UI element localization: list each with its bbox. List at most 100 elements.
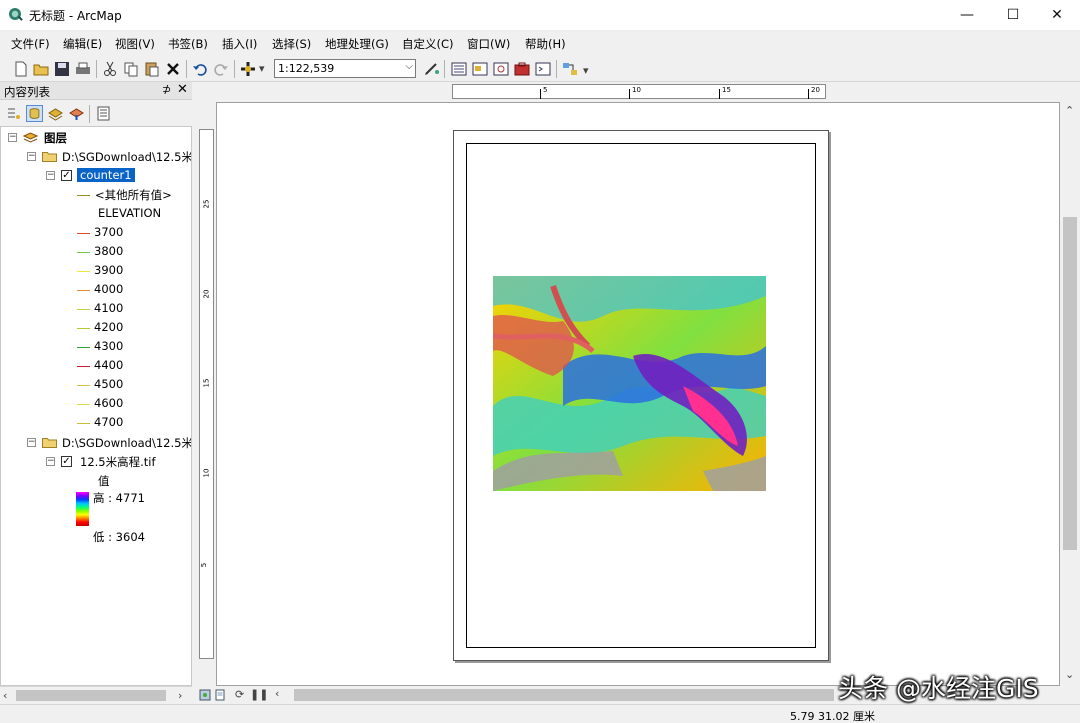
- toc-horizontal-scrollbar[interactable]: ‹ ›: [0, 686, 192, 704]
- menu-file[interactable]: 文件(F): [11, 36, 50, 52]
- pause-drawing-icon[interactable]: ❚❚: [250, 688, 268, 701]
- toolbar-separator: [186, 60, 187, 78]
- layout-canvas[interactable]: [216, 102, 1060, 686]
- toc-window-icon[interactable]: [450, 60, 468, 78]
- toc-tree: − 图层 − D:\SGDownload\12.5米 − ✓ counter1 …: [0, 126, 192, 686]
- legend-class-label: 3900: [94, 263, 124, 277]
- scrollbar-thumb[interactable]: [16, 690, 166, 701]
- menu-bookmarks[interactable]: 书签(B): [168, 36, 208, 52]
- python-window-icon[interactable]: [534, 60, 552, 78]
- arctoolbox-icon[interactable]: [513, 60, 531, 78]
- pin-icon[interactable]: ⊅: [162, 83, 171, 96]
- map-scale-combo[interactable]: 1:122,539 ⌵: [274, 59, 416, 78]
- open-folder-icon[interactable]: [32, 60, 50, 78]
- window-title: 无标题 - ArcMap: [29, 9, 122, 23]
- ruler-label: 25: [202, 199, 211, 209]
- toolbar-separator: [234, 60, 235, 78]
- undo-icon[interactable]: [191, 60, 209, 78]
- legend-swatch: [77, 252, 90, 253]
- layer-visibility-checkbox[interactable]: ✓: [61, 170, 72, 181]
- folder-icon: [42, 438, 57, 448]
- legend-swatch: [77, 347, 90, 348]
- legend-swatch: [77, 385, 90, 386]
- layout-page[interactable]: [453, 130, 829, 661]
- collapse-icon[interactable]: −: [27, 438, 36, 447]
- vertical-scrollbar[interactable]: ⌃ ⌄: [1060, 102, 1080, 686]
- copy-icon[interactable]: [122, 60, 140, 78]
- layers-icon: [23, 132, 38, 143]
- legend-class-label: 4700: [94, 415, 124, 429]
- toolbar-overflow-icon[interactable]: ▾: [583, 64, 589, 77]
- cut-icon[interactable]: [101, 60, 119, 78]
- add-data-icon[interactable]: [239, 60, 257, 78]
- scroll-left-icon[interactable]: ‹: [275, 687, 279, 700]
- scroll-down-icon[interactable]: ⌄: [1065, 668, 1074, 681]
- delete-icon[interactable]: [164, 60, 182, 78]
- layer-visibility-checkbox[interactable]: ✓: [61, 456, 72, 467]
- menu-view[interactable]: 视图(V): [115, 36, 155, 52]
- toc-header: 内容列表 ⊅ ✕: [0, 82, 192, 100]
- data-view-icon[interactable]: [199, 689, 211, 701]
- close-window-button[interactable]: ✕: [1034, 0, 1080, 30]
- table-of-contents-panel: 内容列表 ⊅ ✕ − 图层 − D:\SGDownload\12.5米 − ✓ …: [0, 82, 192, 704]
- legend-swatch: [77, 423, 90, 424]
- close-icon[interactable]: ✕: [177, 82, 188, 97]
- menu-edit[interactable]: 编辑(E): [63, 36, 102, 52]
- menu-geoprocessing[interactable]: 地理处理(G): [325, 36, 389, 52]
- scroll-left-icon[interactable]: ‹: [3, 689, 7, 702]
- options-icon[interactable]: [95, 105, 112, 122]
- legend-value-label: 值: [98, 474, 110, 488]
- ruler-label: 5: [200, 562, 209, 568]
- paste-icon[interactable]: [143, 60, 161, 78]
- collapse-icon[interactable]: −: [27, 152, 36, 161]
- menu-help[interactable]: 帮助(H): [525, 36, 566, 52]
- list-by-source-icon[interactable]: [26, 105, 43, 122]
- layer-name-elevation-tif[interactable]: 12.5米高程.tif: [80, 454, 156, 470]
- editor-toolbar-icon[interactable]: [423, 60, 441, 78]
- legend-class-label: 4400: [94, 358, 124, 372]
- toolbar-separator: [556, 60, 557, 78]
- legend-class-label: 3700: [94, 225, 124, 239]
- scrollbar-thumb[interactable]: [1063, 217, 1077, 550]
- list-by-visibility-icon[interactable]: [47, 105, 64, 122]
- legend-other-values: <其他所有值>: [95, 188, 172, 202]
- chevron-down-icon[interactable]: ⌵: [405, 61, 413, 72]
- source-folder-path[interactable]: D:\SGDownload\12.5米: [62, 149, 191, 165]
- collapse-icon[interactable]: −: [8, 133, 17, 142]
- search-window-icon[interactable]: [492, 60, 510, 78]
- elevation-raster-map[interactable]: [493, 276, 766, 491]
- scroll-up-icon[interactable]: ⌃: [1065, 104, 1074, 117]
- menu-customize[interactable]: 自定义(C): [402, 36, 454, 52]
- collapse-icon[interactable]: −: [46, 457, 55, 466]
- save-icon[interactable]: [53, 60, 71, 78]
- add-data-dropdown-icon[interactable]: ▾: [259, 62, 265, 75]
- legend-swatch: [77, 309, 90, 310]
- refresh-icon[interactable]: ⟳: [235, 688, 244, 701]
- menu-windows[interactable]: 窗口(W): [467, 36, 510, 52]
- layout-view-icon[interactable]: [214, 689, 226, 701]
- catalog-window-icon[interactable]: [471, 60, 489, 78]
- list-by-drawing-order-icon[interactable]: [5, 105, 22, 122]
- list-by-selection-icon[interactable]: [68, 105, 85, 122]
- collapse-icon[interactable]: −: [46, 171, 55, 180]
- source-folder-path[interactable]: D:\SGDownload\12.5米: [62, 435, 191, 451]
- print-icon[interactable]: [74, 60, 92, 78]
- maximize-button[interactable]: ☐: [990, 0, 1036, 30]
- legend-class-label: 4000: [94, 282, 124, 296]
- legend-class-label: 4100: [94, 301, 124, 315]
- toolbar-separator: [444, 60, 445, 78]
- redo-icon[interactable]: [212, 60, 230, 78]
- menu-insert[interactable]: 插入(I): [222, 36, 257, 52]
- minimize-button[interactable]: —: [944, 0, 990, 30]
- model-builder-icon[interactable]: [561, 60, 579, 78]
- legend-field-name: ELEVATION: [98, 206, 162, 220]
- legend-swatch: [77, 290, 90, 291]
- scroll-right-icon[interactable]: ›: [178, 689, 182, 702]
- vertical-ruler: 25 20 15 10 5: [199, 129, 214, 659]
- layer-name-counter1[interactable]: counter1: [77, 168, 135, 182]
- new-document-icon[interactable]: [12, 60, 30, 78]
- menu-selection[interactable]: 选择(S): [272, 36, 311, 52]
- data-frame-label[interactable]: 图层: [44, 130, 67, 146]
- scrollbar-thumb[interactable]: [294, 689, 834, 701]
- map-scale-value: 1:122,539: [278, 62, 335, 75]
